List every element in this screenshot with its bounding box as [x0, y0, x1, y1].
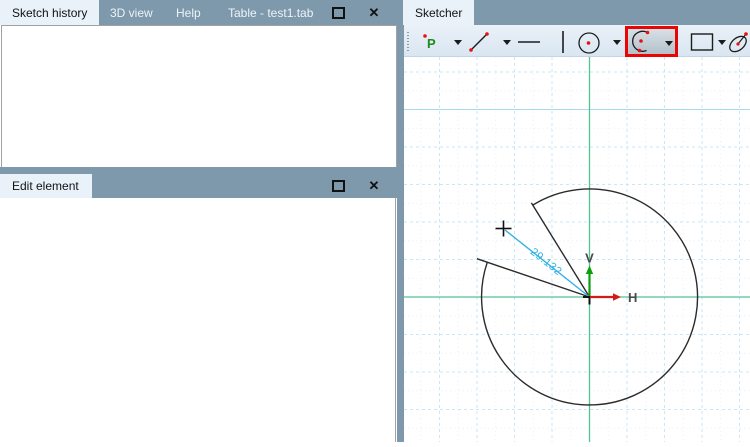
edit-element-content[interactable] [0, 198, 396, 442]
vertical-line-icon [562, 31, 564, 53]
tab-sketch-history[interactable]: Sketch history [0, 0, 100, 25]
line-icon [469, 32, 489, 52]
sketch-canvas-svg: 29.132 V H [404, 57, 750, 442]
close-icon: ✕ [368, 4, 380, 20]
history-panel-header: Sketch history 3D view Help Table - test… [0, 0, 397, 25]
tab-label: Help [176, 5, 201, 20]
sketch-canvas[interactable]: 29.132 V H [404, 57, 750, 442]
line-tool-button[interactable] [467, 29, 493, 55]
maximize-icon [331, 180, 345, 192]
point-tool-button[interactable]: P [417, 29, 443, 55]
v-axis-label: V [585, 251, 594, 266]
circle-tool-button[interactable] [576, 29, 602, 55]
rectangle-icon [690, 33, 714, 51]
tab-3d-view[interactable]: 3D view [98, 0, 165, 25]
sketch-history-content[interactable] [1, 25, 397, 168]
horizontal-line-icon [518, 41, 540, 43]
tab-table-test1[interactable]: Table - test1.tab [216, 0, 325, 25]
ellipse-tool-button[interactable] [727, 29, 750, 55]
ellipse-icon [729, 32, 748, 53]
maximize-button[interactable] [327, 174, 349, 198]
close-icon: ✕ [368, 178, 380, 193]
tab-edit-element[interactable]: Edit element [0, 174, 92, 198]
arc-icon [632, 30, 650, 53]
line-dropdown-icon[interactable] [503, 40, 511, 45]
arc-dropdown-icon[interactable] [665, 40, 673, 46]
arc-tool-button[interactable] [625, 26, 678, 57]
toolbar-drag-handle[interactable] [407, 32, 410, 53]
circle-icon [578, 32, 600, 54]
vertical-line-tool-button[interactable] [550, 29, 576, 55]
maximize-icon [331, 6, 345, 19]
sketcher-toolbar: P [404, 25, 750, 57]
close-button[interactable]: ✕ [363, 174, 385, 198]
tab-label: Sketcher [415, 5, 463, 20]
grid [404, 57, 750, 442]
tab-label: Table - test1.tab [228, 5, 314, 20]
rectangle-tool-button[interactable] [689, 29, 715, 55]
circle-dropdown-icon[interactable] [613, 40, 621, 45]
tab-label: Sketch history [12, 5, 88, 20]
edit-panel-header: Edit element ✕ [0, 174, 397, 198]
close-button[interactable]: ✕ [363, 0, 385, 25]
panel-gap [0, 167, 397, 174]
sketcher-panel-header: Sketcher [397, 0, 750, 25]
rectangle-dropdown-icon[interactable] [718, 40, 726, 45]
tab-sketcher[interactable]: Sketcher [403, 0, 475, 25]
tab-label: 3D view [110, 5, 153, 20]
panel-divider[interactable] [397, 0, 404, 442]
v-axis-arrowhead [585, 265, 594, 274]
point-dropdown-icon[interactable] [454, 40, 462, 45]
point-icon: P [423, 34, 436, 51]
maximize-button[interactable] [327, 0, 349, 25]
svg-text:P: P [427, 36, 436, 51]
horizontal-line-tool-button[interactable] [516, 29, 542, 55]
h-axis-arrowhead [613, 293, 621, 301]
tab-label: Edit element [12, 179, 79, 193]
h-axis-label: H [628, 290, 637, 305]
tab-help[interactable]: Help [164, 0, 213, 25]
dimension-value: 29.132 [528, 246, 564, 278]
